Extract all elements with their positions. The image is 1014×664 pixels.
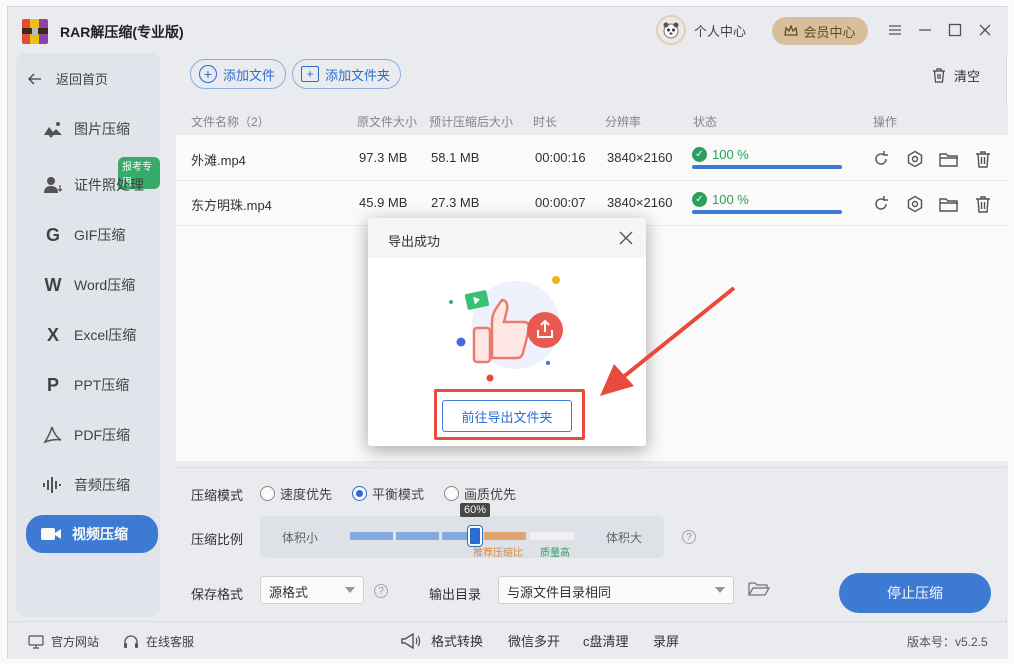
dialog-title: 导出成功 bbox=[388, 234, 441, 249]
annotation-arrow-icon bbox=[600, 286, 736, 396]
dialog-header: 导出成功 bbox=[368, 218, 646, 258]
highlight-box bbox=[434, 389, 585, 440]
close-icon[interactable] bbox=[618, 230, 634, 246]
success-thumbs-up-illustration bbox=[449, 276, 563, 382]
